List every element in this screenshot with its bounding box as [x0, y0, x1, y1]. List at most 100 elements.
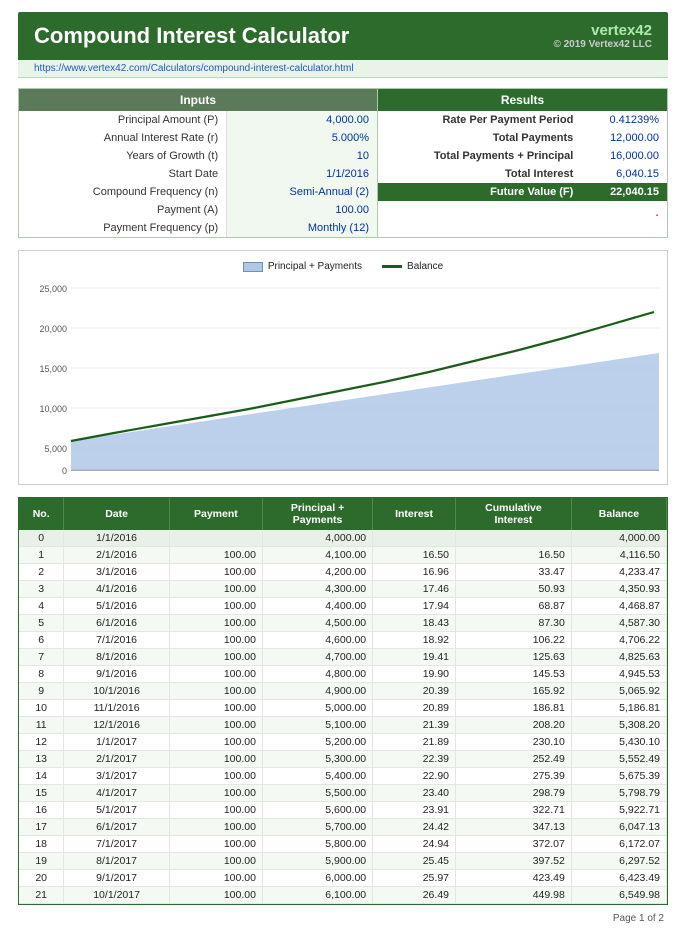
url[interactable]: https://www.vertex42.com/Calculators/com…	[34, 63, 354, 74]
input-label: Years of Growth (t)	[19, 147, 227, 165]
table-row: 8 9/1/2016 100.00 4,800.00 19.90 145.53 …	[19, 666, 667, 683]
cell-date: 12/1/2016	[64, 717, 169, 734]
cell-payment: 100.00	[169, 751, 262, 768]
input-value[interactable]: 5.000%	[227, 129, 377, 147]
input-row: Start Date1/1/2016	[19, 165, 377, 183]
cell-payment: 100.00	[169, 581, 262, 598]
cell-date: 2/1/2016	[64, 547, 169, 564]
svg-text:15,000: 15,000	[39, 364, 67, 374]
result-value: 6,040.15	[581, 165, 667, 183]
table-row: 18 7/1/2017 100.00 5,800.00 24.94 372.07…	[19, 836, 667, 853]
result-value: 0.41239%	[581, 111, 667, 129]
input-value[interactable]: 100.00	[227, 201, 377, 219]
input-value[interactable]: 4,000.00	[227, 111, 377, 129]
cell-date: 9/1/2016	[64, 666, 169, 683]
cell-balance: 6,549.98	[571, 887, 666, 904]
result-value: 12,000.00	[581, 129, 667, 147]
table-row: 5 6/1/2016 100.00 4,500.00 18.43 87.30 4…	[19, 615, 667, 632]
cell-no: 11	[19, 717, 64, 734]
input-label: Principal Amount (P)	[19, 111, 227, 129]
results-title: Results	[378, 89, 667, 111]
table-row: 6 7/1/2016 100.00 4,600.00 18.92 106.22 …	[19, 632, 667, 649]
cell-cum-interest: 449.98	[456, 887, 572, 904]
cell-cum-interest: 252.49	[456, 751, 572, 768]
cell-pp: 5,100.00	[262, 717, 372, 734]
input-row: Payment Frequency (p)Monthly (12)	[19, 219, 377, 237]
cell-date: 6/1/2016	[64, 615, 169, 632]
cell-cum-interest: 145.53	[456, 666, 572, 683]
cell-cum-interest: 125.63	[456, 649, 572, 666]
cell-payment: 100.00	[169, 598, 262, 615]
cell-date: 5/1/2017	[64, 802, 169, 819]
table-row: 19 8/1/2017 100.00 5,900.00 25.45 397.52…	[19, 853, 667, 870]
cell-interest: 23.91	[373, 802, 456, 819]
page-number: Page 1 of 2	[613, 913, 664, 924]
col-date: Date	[64, 498, 169, 530]
inputs-panel: Inputs Principal Amount (P)4,000.00Annua…	[18, 88, 378, 238]
chart-svg: 25,000 20,000 15,000 10,000 5,000 0	[29, 278, 657, 476]
cell-cum-interest: 16.50	[456, 547, 572, 564]
cell-balance: 5,675.39	[571, 768, 666, 785]
svg-text:25,000: 25,000	[39, 284, 67, 294]
cell-date: 4/1/2016	[64, 581, 169, 598]
cell-interest	[373, 530, 456, 547]
cell-no: 12	[19, 734, 64, 751]
red-dot-area: .	[378, 201, 667, 221]
chart-area: Principal + Payments Balance 25,000 20,0…	[18, 250, 668, 485]
cell-interest: 18.92	[373, 632, 456, 649]
copyright-text: © 2019 Vertex42 LLC	[553, 39, 652, 50]
cell-pp: 5,400.00	[262, 768, 372, 785]
cell-no: 10	[19, 700, 64, 717]
cell-date: 7/1/2016	[64, 632, 169, 649]
input-value[interactable]: Monthly (12)	[227, 219, 377, 237]
cell-cum-interest: 33.47	[456, 564, 572, 581]
col-cum-interest: CumulativeInterest	[456, 498, 572, 530]
cell-balance: 4,233.47	[571, 564, 666, 581]
table-row: 9 10/1/2016 100.00 4,900.00 20.39 165.92…	[19, 683, 667, 700]
cell-interest: 18.43	[373, 615, 456, 632]
cell-balance: 6,297.52	[571, 853, 666, 870]
cell-no: 20	[19, 870, 64, 887]
cell-balance: 5,308.20	[571, 717, 666, 734]
cell-payment: 100.00	[169, 819, 262, 836]
input-value[interactable]: Semi-Annual (2)	[227, 183, 377, 201]
input-label: Start Date	[19, 165, 227, 183]
cell-payment: 100.00	[169, 683, 262, 700]
cell-balance: 5,922.71	[571, 802, 666, 819]
cell-cum-interest: 322.71	[456, 802, 572, 819]
cell-cum-interest: 68.87	[456, 598, 572, 615]
input-value[interactable]: 10	[227, 147, 377, 165]
cell-interest: 17.94	[373, 598, 456, 615]
inputs-title: Inputs	[19, 89, 377, 111]
cell-balance: 5,798.79	[571, 785, 666, 802]
cell-pp: 6,000.00	[262, 870, 372, 887]
cell-date: 5/1/2016	[64, 598, 169, 615]
cell-balance: 6,047.13	[571, 819, 666, 836]
cell-date: 2/1/2017	[64, 751, 169, 768]
cell-interest: 19.41	[373, 649, 456, 666]
cell-interest: 22.39	[373, 751, 456, 768]
page-footer: Page 1 of 2	[18, 913, 668, 924]
cell-no: 6	[19, 632, 64, 649]
table-row: 15 4/1/2017 100.00 5,500.00 23.40 298.79…	[19, 785, 667, 802]
cell-interest: 19.90	[373, 666, 456, 683]
cell-balance: 5,186.81	[571, 700, 666, 717]
cell-balance: 4,468.87	[571, 598, 666, 615]
result-label: Future Value (F)	[378, 183, 581, 201]
subheader: https://www.vertex42.com/Calculators/com…	[18, 60, 668, 78]
table-row: 7 8/1/2016 100.00 4,700.00 19.41 125.63 …	[19, 649, 667, 666]
table-row: 13 2/1/2017 100.00 5,300.00 22.39 252.49…	[19, 751, 667, 768]
chart-legend: Principal + Payments Balance	[29, 261, 657, 272]
cell-no: 16	[19, 802, 64, 819]
legend-line-label: Balance	[407, 261, 443, 272]
table-row: 10 11/1/2016 100.00 5,000.00 20.89 186.8…	[19, 700, 667, 717]
cell-no: 15	[19, 785, 64, 802]
col-no: No.	[19, 498, 64, 530]
cell-payment: 100.00	[169, 836, 262, 853]
cell-no: 4	[19, 598, 64, 615]
table-body: 0 1/1/2016 4,000.00 4,000.00 1 2/1/2016 …	[19, 530, 667, 904]
cell-cum-interest: 165.92	[456, 683, 572, 700]
cell-no: 21	[19, 887, 64, 904]
table-row: 1 2/1/2016 100.00 4,100.00 16.50 16.50 4…	[19, 547, 667, 564]
input-value[interactable]: 1/1/2016	[227, 165, 377, 183]
